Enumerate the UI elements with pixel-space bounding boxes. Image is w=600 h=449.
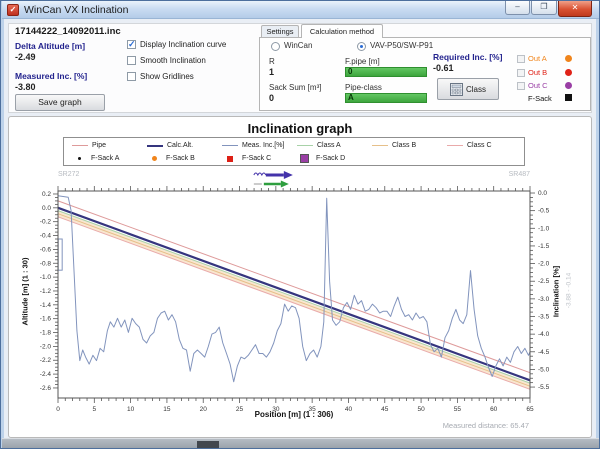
- series-calc-alt-: [57, 206, 531, 382]
- svg-text:-1.4: -1.4: [40, 302, 52, 309]
- taskbar-artifact: [197, 441, 219, 448]
- measured-inc-label: Measured Inc. [%]: [15, 71, 88, 81]
- right-axis-title: Inclination [%]: [551, 265, 561, 318]
- delta-altitude-label: Delta Altitude [m]: [15, 41, 86, 51]
- inclination-graph-panel: Inclination graph Pipe Calc.Alt. Meas. Inc…: [8, 116, 592, 438]
- svg-text:-1.8: -1.8: [40, 330, 52, 337]
- svg-text:-2.0: -2.0: [40, 343, 52, 350]
- class-button-label: Class: [465, 84, 486, 94]
- radio-vav-p50-label: VAV-P50/SW-P91: [370, 41, 434, 50]
- svg-text:-2.2: -2.2: [40, 357, 52, 364]
- class-button[interactable]: Class: [437, 78, 499, 100]
- flow-direction-arrows-icon: [253, 171, 293, 188]
- measured-inc-value: -3.80: [15, 82, 36, 92]
- out-c-color-dot-icon: [565, 82, 572, 89]
- checkbox-out-b[interactable]: Out B: [517, 68, 547, 77]
- svg-text:-1.0: -1.0: [40, 274, 52, 281]
- radio-vav-p50[interactable]: [357, 42, 366, 51]
- fpipe-value-bar: 0: [345, 67, 427, 77]
- f-sack-label: F-Sack: [528, 94, 552, 103]
- series-class-b: [57, 213, 531, 387]
- x-axis-title: Position [m] (1 : 306): [254, 410, 334, 419]
- checkbox-unchecked-icon[interactable]: [127, 55, 136, 65]
- checkbox-show-gridlines[interactable]: Show Gridlines: [127, 71, 194, 81]
- sack-sum-label: Sack Sum [m³]: [269, 83, 322, 92]
- radio-wincan-label: WinCan: [284, 41, 313, 50]
- right-axis-range-label: -3.88 - -0.14: [565, 272, 573, 309]
- measured-distance-label: Measured distance: 65.47: [442, 421, 529, 430]
- svg-text:-3.5: -3.5: [538, 313, 550, 320]
- svg-text:-0.2: -0.2: [40, 219, 52, 226]
- svg-text:0.0: 0.0: [538, 190, 547, 197]
- series-class-c: [57, 216, 531, 390]
- settings-panel: 17144222_14092011.inc Delta Altitude [m]…: [8, 23, 592, 113]
- svg-text:-5.5: -5.5: [538, 384, 550, 391]
- svg-text:-5.0: -5.0: [538, 366, 550, 373]
- start-marker: [57, 238, 63, 271]
- svg-text:-4.5: -4.5: [538, 349, 550, 356]
- close-button[interactable]: ✕: [558, 1, 592, 17]
- svg-text:-1.5: -1.5: [538, 243, 550, 250]
- checkbox-unchecked-icon[interactable]: [517, 68, 525, 77]
- checkbox-label: Display Inclination curve: [140, 39, 227, 49]
- checkbox-unchecked-icon[interactable]: [517, 81, 525, 90]
- checkbox-unchecked-icon[interactable]: [127, 71, 136, 81]
- left-axis-title: Altitude [m] (1 : 30): [20, 257, 30, 326]
- series-class-a: [57, 210, 531, 384]
- required-inc-value: -0.61: [433, 63, 454, 73]
- out-a-color-dot-icon: [565, 55, 572, 62]
- inclination-filename: 17144222_14092011.inc: [15, 26, 121, 37]
- svg-text:0.2: 0.2: [42, 191, 51, 198]
- required-inc-label: Required Inc. [%]: [433, 52, 503, 62]
- fpipe-label: F.pipe [m]: [345, 57, 380, 66]
- svg-text:-2.0: -2.0: [538, 261, 550, 268]
- minimize-button[interactable]: –: [505, 1, 530, 15]
- app-icon: ✓: [7, 4, 19, 16]
- r-label: R: [269, 57, 275, 66]
- out-b-color-dot-icon: [565, 69, 572, 76]
- svg-text:-2.6: -2.6: [40, 385, 52, 392]
- checkbox-checked-icon[interactable]: [127, 39, 136, 50]
- svg-text:-0.8: -0.8: [40, 260, 52, 267]
- checkbox-out-a[interactable]: Out A: [517, 54, 547, 63]
- dialog-content: 17144222_14092011.inc Delta Altitude [m]…: [4, 19, 596, 438]
- r-value: 1: [269, 67, 275, 77]
- svg-text:-4.0: -4.0: [538, 331, 550, 338]
- checkbox-label: Smooth Inclination: [140, 55, 206, 65]
- svg-text:-0.4: -0.4: [40, 233, 52, 240]
- tab-calculation-method[interactable]: Calculation method: [301, 24, 383, 38]
- out-b-label: Out B: [528, 68, 548, 77]
- chart-plot-svg: 0 5 10 15 20 25 30 35 40 45 50 55 60 650.20.0-0.2-0.4…: [40, 171, 550, 413]
- checkbox-label: Show Gridlines: [140, 71, 194, 81]
- svg-text:-2.5: -2.5: [538, 278, 550, 285]
- out-a-label: Out A: [528, 54, 547, 63]
- series-pipe: [57, 200, 531, 374]
- pipe-class-label: Pipe-class: [345, 83, 382, 92]
- pipe-class-value-bar: A: [345, 93, 427, 103]
- radio-wincan[interactable]: [271, 42, 280, 51]
- svg-text:-1.2: -1.2: [40, 288, 52, 295]
- window-title: WinCan VX Inclination: [24, 4, 129, 16]
- window-bottom-edge: [2, 438, 599, 448]
- sack-sum-value: 0: [269, 93, 275, 103]
- title-bar[interactable]: ✓ WinCan VX Inclination – ❐ ✕: [2, 1, 599, 19]
- checkbox-unchecked-icon[interactable]: [517, 54, 525, 63]
- checkbox-out-c[interactable]: Out C: [517, 81, 548, 90]
- svg-text:-0.5: -0.5: [538, 208, 550, 215]
- svg-text:-2.4: -2.4: [40, 371, 52, 378]
- checkbox-smooth-inclination[interactable]: Smooth Inclination: [127, 55, 206, 65]
- calculator-icon: [449, 82, 463, 96]
- out-c-label: Out C: [528, 81, 548, 90]
- maximize-button[interactable]: ❐: [531, 1, 557, 15]
- checkbox-display-inclination-curve[interactable]: Display Inclination curve: [127, 39, 227, 50]
- delta-altitude-value: -2.49: [15, 52, 36, 62]
- svg-text:0.0: 0.0: [42, 205, 51, 212]
- svg-text:-3.0: -3.0: [538, 296, 550, 303]
- svg-text:-1.6: -1.6: [40, 316, 52, 323]
- svg-text:-0.6: -0.6: [40, 246, 52, 253]
- svg-text:-1.0: -1.0: [538, 225, 550, 232]
- f-sack-color-square-icon: [565, 94, 572, 101]
- save-graph-button[interactable]: Save graph: [15, 94, 105, 111]
- app-window: ✓ WinCan VX Inclination – ❐ ✕ 17144222_1…: [0, 0, 600, 449]
